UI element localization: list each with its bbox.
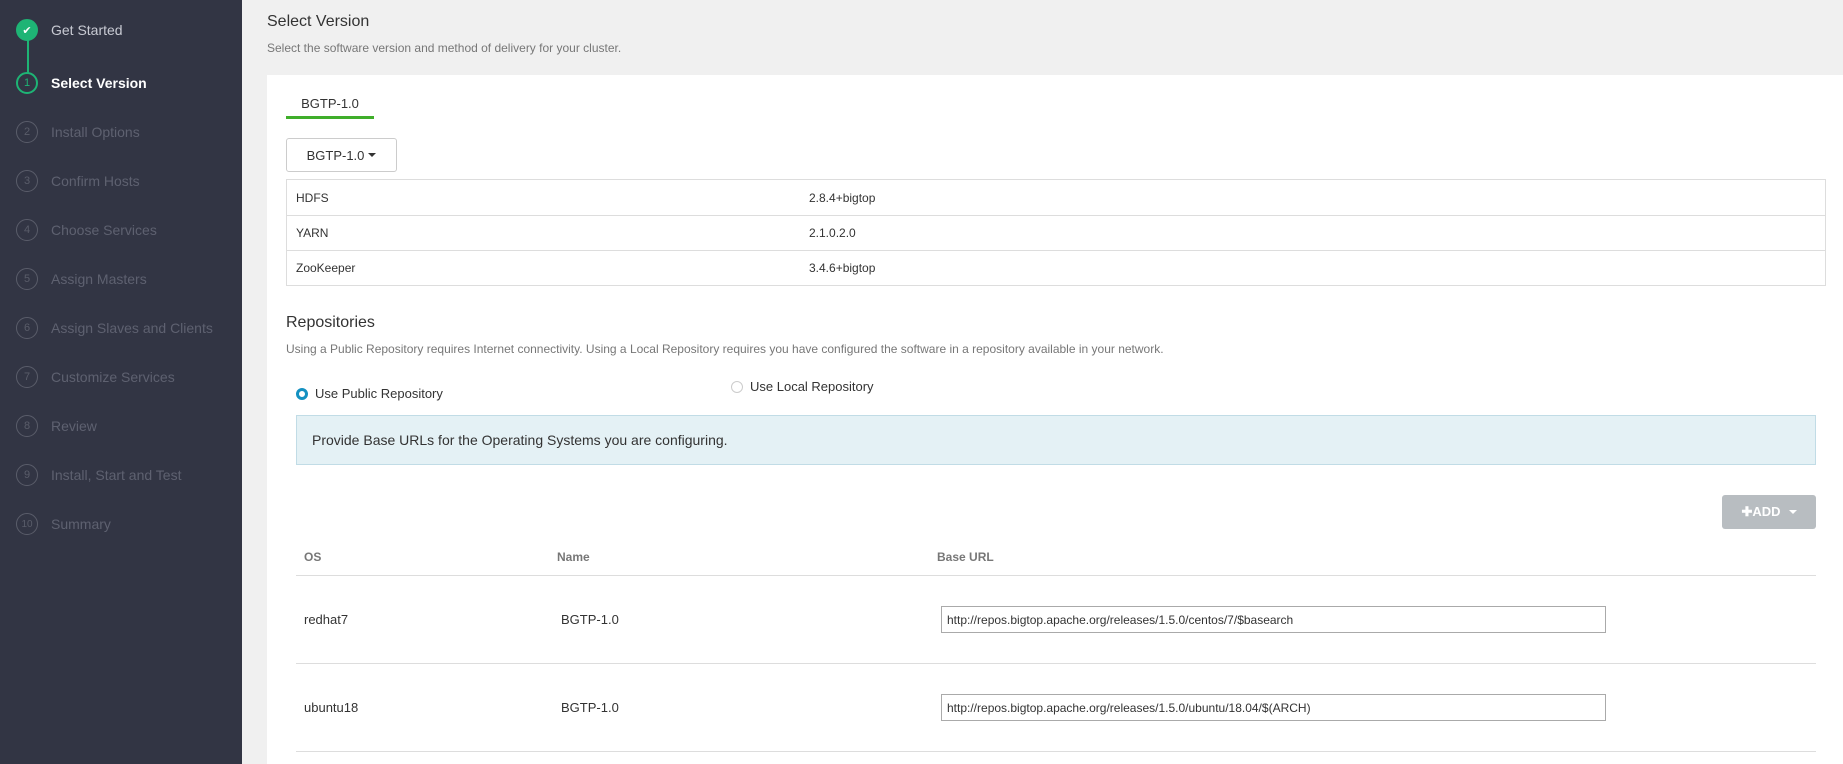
column-header-base-url: Base URL: [937, 550, 994, 564]
info-alert: Provide Base URLs for the Operating Syst…: [296, 415, 1816, 465]
public-repo-label: Use Public Repository: [315, 386, 443, 401]
add-os-button[interactable]: ✚ADD: [1722, 495, 1816, 529]
table-row: YARN 2.1.0.2.0: [287, 215, 1825, 250]
add-label: ✚ADD: [1741, 504, 1781, 519]
services-table: HDFS 2.8.4+bigtop YARN 2.1.0.2.0 ZooKeep…: [286, 179, 1826, 286]
service-name: YARN: [296, 226, 329, 240]
step-number: 1: [16, 72, 38, 94]
service-name: ZooKeeper: [296, 261, 356, 275]
tab-bgtp[interactable]: BGTP-1.0: [286, 96, 374, 119]
repositories-description: Using a Public Repository requires Inter…: [286, 342, 1164, 356]
step-number: 2: [16, 121, 38, 143]
local-repo-option[interactable]: Use Local Repository: [731, 379, 874, 394]
url-cell: [941, 606, 1816, 633]
step-get-started[interactable]: ✔ Get Started: [16, 17, 123, 43]
step-summary: 10 Summary: [16, 511, 111, 537]
step-label: Get Started: [51, 22, 123, 38]
step-install-options: 2 Install Options: [16, 119, 140, 145]
radio-button[interactable]: [731, 380, 743, 393]
public-repo-option[interactable]: Use Public Repository: [296, 386, 443, 401]
step-number: 9: [16, 464, 38, 486]
column-header-os: OS: [304, 550, 322, 564]
step-number: 4: [16, 219, 38, 241]
service-version: 2.8.4+bigtop: [809, 190, 876, 205]
app-root: ✔ Get Started 1 Select Version 2 Install…: [0, 0, 1843, 764]
os-cell: ubuntu18: [304, 700, 359, 715]
step-choose-services: 4 Choose Services: [16, 217, 157, 243]
wizard-sidebar: ✔ Get Started 1 Select Version 2 Install…: [0, 0, 242, 764]
url-cell: [941, 694, 1816, 721]
repositories-heading: Repositories: [286, 314, 375, 331]
name-cell: BGTP-1.0: [561, 700, 619, 715]
base-url-input[interactable]: [941, 606, 1606, 633]
radio-button[interactable]: [296, 387, 308, 400]
service-name: HDFS: [296, 190, 329, 205]
step-number: 7: [16, 366, 38, 388]
repositories-table: OS Name Base URL redhat7 BGTP-1.0 ubuntu…: [296, 539, 1816, 752]
table-row: HDFS 2.8.4+bigtop: [287, 180, 1825, 215]
column-header-name: Name: [557, 550, 590, 564]
main-content: Select Version Select the software versi…: [242, 0, 1843, 764]
check-icon: ✔: [16, 19, 38, 41]
step-number: 5: [16, 268, 38, 290]
step-label: Install Options: [51, 124, 140, 140]
page-subtitle: Select the software version and method o…: [267, 41, 622, 55]
caret-down-icon: [1788, 510, 1797, 514]
version-dropdown[interactable]: BGTP-1.0: [286, 138, 397, 172]
alert-text: Provide Base URLs for the Operating Syst…: [312, 432, 728, 448]
step-number: 3: [16, 170, 38, 192]
step-install-start-test: 9 Install, Start and Test: [16, 462, 181, 488]
step-number: 10: [16, 513, 38, 535]
step-assign-masters: 5 Assign Masters: [16, 266, 147, 292]
service-version: 2.1.0.2.0: [809, 226, 856, 240]
step-label: Customize Services: [51, 369, 175, 385]
table-row: ZooKeeper 3.4.6+bigtop: [287, 250, 1825, 285]
base-url-input[interactable]: [941, 694, 1606, 721]
step-review: 8 Review: [16, 413, 97, 439]
version-panel: BGTP-1.0 BGTP-1.0 HDFS 2.8.4+bigtop YARN…: [267, 75, 1843, 764]
step-number: 6: [16, 317, 38, 339]
table-row: ubuntu18 BGTP-1.0: [296, 664, 1816, 752]
step-label: Select Version: [51, 75, 147, 91]
step-confirm-hosts: 3 Confirm Hosts: [16, 168, 140, 194]
step-label: Confirm Hosts: [51, 173, 140, 189]
service-version: 3.4.6+bigtop: [809, 261, 876, 275]
os-cell: redhat7: [304, 612, 349, 627]
step-customize-services: 7 Customize Services: [16, 364, 175, 390]
step-number: 8: [16, 415, 38, 437]
table-row: redhat7 BGTP-1.0: [296, 576, 1816, 664]
step-label: Choose Services: [51, 222, 157, 238]
caret-down-icon: [368, 153, 377, 157]
step-label: Review: [51, 418, 97, 434]
table-header: OS Name Base URL: [296, 539, 1816, 576]
page-title: Select Version: [267, 13, 370, 30]
step-label: Assign Masters: [51, 271, 147, 287]
step-label: Summary: [51, 516, 111, 532]
step-assign-slaves: 6 Assign Slaves and Clients: [16, 315, 213, 341]
local-repo-label: Use Local Repository: [750, 379, 874, 394]
version-dropdown-label: BGTP-1.0: [306, 147, 365, 163]
step-select-version[interactable]: 1 Select Version: [16, 70, 147, 96]
step-label: Assign Slaves and Clients: [51, 320, 213, 336]
step-label: Install, Start and Test: [51, 467, 182, 483]
name-cell: BGTP-1.0: [561, 612, 619, 627]
